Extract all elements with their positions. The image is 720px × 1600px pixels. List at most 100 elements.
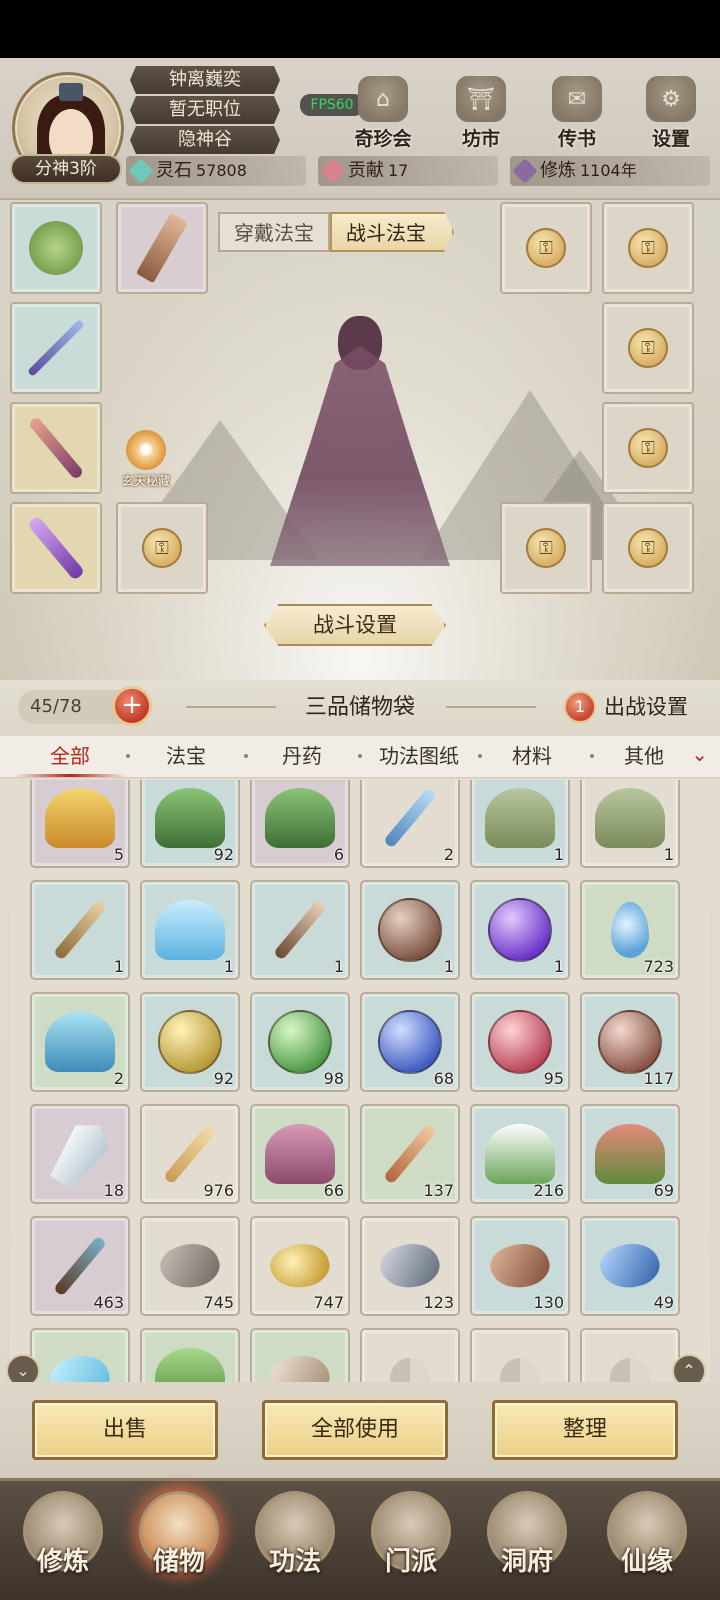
- inventory-item[interactable]: 117: [580, 992, 680, 1092]
- inventory-item[interactable]: 1: [360, 880, 460, 980]
- equip-slot[interactable]: [10, 302, 102, 394]
- expand-bag-button[interactable]: +: [112, 686, 152, 726]
- lock-icon: ⚿: [628, 328, 668, 368]
- inventory-item[interactable]: 747: [250, 1216, 350, 1316]
- inventory-item[interactable]: 976: [140, 1104, 240, 1204]
- inventory-item[interactable]: 13: [250, 1328, 350, 1382]
- lock-icon: ⚿: [526, 528, 566, 568]
- empty-item-slot[interactable]: [580, 1328, 680, 1382]
- tab-worn-treasure[interactable]: 穿戴法宝: [218, 212, 330, 252]
- white-flower-icon: [485, 1124, 555, 1184]
- empty-item-slot[interactable]: [360, 1328, 460, 1382]
- brown-orb-icon: [378, 898, 442, 962]
- scroll-letter-icon: ✉: [552, 76, 602, 122]
- tab-techniques[interactable]: 功法图纸: [364, 736, 474, 778]
- nav-label: 功法: [268, 1547, 321, 1577]
- menu-settings[interactable]: ⚙ 设置: [632, 76, 710, 150]
- inventory-item[interactable]: 18: [30, 1104, 130, 1204]
- menu-label: 坊市: [461, 128, 500, 150]
- menu-label: 设置: [651, 128, 690, 150]
- berry-branch-icon: [595, 1124, 665, 1184]
- inventory-item[interactable]: 5: [30, 780, 130, 868]
- item-count: 2: [113, 1069, 124, 1088]
- inventory-item[interactable]: 98: [250, 992, 350, 1092]
- inventory-item[interactable]: 1: [580, 780, 680, 868]
- inventory-item[interactable]: 92: [140, 992, 240, 1092]
- tab-others[interactable]: 其他: [604, 736, 684, 778]
- sort-button[interactable]: 整理: [492, 1400, 678, 1460]
- spear-icon: [27, 319, 85, 377]
- inventory-item[interactable]: 2: [360, 780, 460, 868]
- item-count: 745: [203, 1293, 234, 1312]
- inventory-item[interactable]: 216: [470, 1104, 570, 1204]
- nav-destiny[interactable]: 仙缘: [592, 1491, 702, 1599]
- use-all-button[interactable]: 全部使用: [262, 1400, 448, 1460]
- nav-label: 仙缘: [620, 1547, 673, 1577]
- tab-treasures[interactable]: 法宝: [146, 736, 226, 778]
- inventory-item[interactable]: 49: [580, 1216, 680, 1316]
- inventory-item[interactable]: 1: [140, 880, 240, 980]
- sortie-settings-button[interactable]: 1 出战设置: [560, 688, 700, 726]
- equip-slot[interactable]: [10, 202, 102, 294]
- lock-icon: ⚿: [628, 528, 668, 568]
- item-count: 98: [323, 1069, 344, 1088]
- equip-slot-locked[interactable]: ⚿: [602, 402, 694, 494]
- empty-item-slot[interactable]: [470, 1328, 570, 1382]
- inventory-item[interactable]: 13: [140, 1328, 240, 1382]
- inventory-grid-viewport[interactable]: 5 92 6 2 1 1 1 1 1 1 1 723 2 92 98 68 95 117 18 976 66 137 216…: [10, 780, 710, 1382]
- inventory-item[interactable]: 1: [470, 780, 570, 868]
- inventory-item[interactable]: 463: [30, 1216, 130, 1316]
- chevron-down-icon[interactable]: ⌄: [691, 742, 708, 766]
- equip-slot-locked[interactable]: ⚿: [602, 302, 694, 394]
- inventory-item[interactable]: 123: [360, 1216, 460, 1316]
- equip-slot[interactable]: [10, 502, 102, 594]
- equip-slot[interactable]: [116, 202, 208, 294]
- equip-slot-locked[interactable]: ⚿: [116, 502, 208, 594]
- inventory-item[interactable]: 2: [30, 992, 130, 1092]
- inventory-item[interactable]: 723: [580, 880, 680, 980]
- menu-market[interactable]: ⛩ 坊市: [442, 76, 520, 150]
- spirit-herb-icon: [155, 788, 225, 848]
- inventory-item[interactable]: 66: [250, 1104, 350, 1204]
- inventory-item[interactable]: 1: [30, 880, 130, 980]
- robe-icon: [485, 788, 555, 848]
- menu-label: 奇珍会: [354, 128, 412, 150]
- equip-slot[interactable]: [10, 402, 102, 494]
- nav-storage[interactable]: 储物: [124, 1491, 234, 1599]
- nav-label: 门派: [384, 1547, 437, 1577]
- tab-battle-treasure[interactable]: 战斗法宝: [330, 212, 454, 252]
- robe-icon: [595, 788, 665, 848]
- inventory-item[interactable]: 130: [470, 1216, 570, 1316]
- menu-treasure-auction[interactable]: ⌂ 奇珍会: [344, 76, 422, 150]
- equip-slot-locked[interactable]: ⚿: [602, 202, 694, 294]
- nav-techniques[interactable]: 功法: [240, 1491, 350, 1599]
- gold-ore-icon: [265, 1236, 335, 1296]
- inventory-item[interactable]: 69: [580, 1104, 680, 1204]
- tab-all[interactable]: 全部: [14, 736, 126, 778]
- inventory-item[interactable]: 6: [250, 780, 350, 868]
- tab-pills[interactable]: 丹药: [262, 736, 342, 778]
- inventory-item[interactable]: 299: [30, 1328, 130, 1382]
- inventory-item[interactable]: 92: [140, 780, 240, 868]
- nav-sect[interactable]: 门派: [356, 1491, 466, 1599]
- battle-settings-button[interactable]: 战斗设置: [264, 604, 446, 646]
- tab-materials[interactable]: 材料: [492, 736, 572, 778]
- cabbage-jade-icon: [29, 221, 83, 275]
- cultivation-rank-badge: 分神3阶: [10, 154, 122, 184]
- sell-button[interactable]: 出售: [32, 1400, 218, 1460]
- inventory-item[interactable]: 95: [470, 992, 570, 1092]
- menu-messages[interactable]: ✉ 传书: [538, 76, 616, 150]
- equip-slot-locked[interactable]: ⚿: [500, 202, 592, 294]
- equip-slot-locked[interactable]: ⚿: [602, 502, 694, 594]
- equip-slot-locked[interactable]: ⚿: [500, 502, 592, 594]
- nav-cave[interactable]: 洞府: [472, 1491, 582, 1599]
- inventory-item[interactable]: 745: [140, 1216, 240, 1316]
- inventory-item[interactable]: 137: [360, 1104, 460, 1204]
- item-count: 95: [543, 1069, 564, 1088]
- swirl-icon: ✺: [126, 430, 166, 470]
- inventory-item[interactable]: 1: [250, 880, 350, 980]
- secret-treasure-button[interactable]: ✺ 玄天秘藏: [114, 430, 178, 494]
- inventory-item[interactable]: 68: [360, 992, 460, 1092]
- nav-cultivate[interactable]: 修炼: [8, 1491, 118, 1599]
- inventory-item[interactable]: 1: [470, 880, 570, 980]
